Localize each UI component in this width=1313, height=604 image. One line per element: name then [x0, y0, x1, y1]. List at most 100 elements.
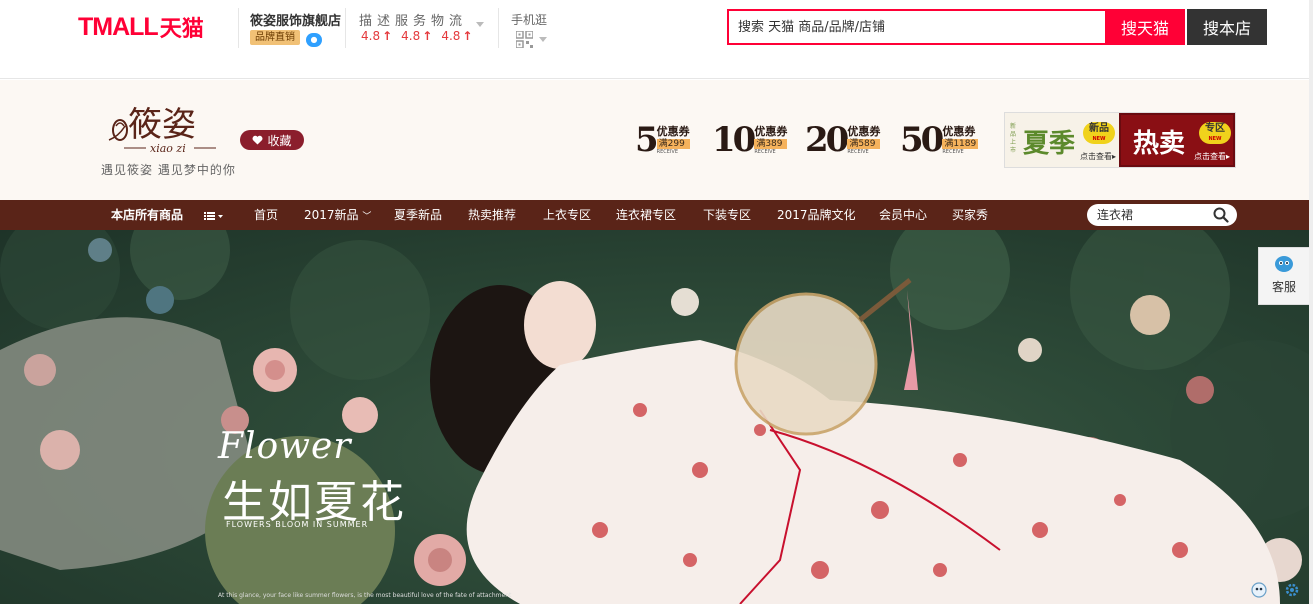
nav-home[interactable]: 首页 [254, 200, 278, 230]
page-scrollbar[interactable] [1309, 0, 1313, 604]
promo-banner: 新品上市 夏季 新品 NEW 点击查看▸ 热卖 专区 NEW 点击查看▸ [1004, 112, 1236, 168]
coupon-amount: 50 [900, 120, 944, 160]
rating-label: 描述服务物流 [359, 14, 468, 29]
coupon-condition: 满1189 [942, 138, 979, 149]
coupon-condition: 满299 [656, 138, 690, 149]
mobile-browse-label[interactable]: 手机逛 [511, 11, 547, 28]
search-input[interactable] [729, 11, 1105, 43]
tmall-shop-page: TMALL 天猫 筱姿服饰旗舰店 品牌直销 ● 描述服务物流 4.8 ↑ 4.8 ↑… [0, 0, 1313, 604]
favorite-shop-button[interactable]: 收藏 [240, 130, 304, 150]
divider [238, 8, 239, 48]
promo-side-text: 新品上市 [1010, 123, 1017, 154]
coupon-label: 优惠券 [942, 124, 976, 138]
chevron-down-icon[interactable] [476, 22, 484, 27]
coupon-10[interactable]: 10 优惠券 满389 RECEIVE [712, 120, 788, 160]
rating-value: 4.8 [441, 29, 461, 43]
nav-all-products[interactable]: 本店所有商品 [111, 200, 183, 230]
promo-hot-sale[interactable]: 热卖 专区 NEW 点击查看▸ [1119, 113, 1235, 167]
tmall-logo-latin: TMALL [78, 12, 159, 41]
rating-logistics: 4.8 ↑ [441, 29, 472, 43]
gear-icon[interactable] [1284, 582, 1300, 598]
customer-service-label: 客服 [1271, 280, 1296, 294]
nav-brand-culture[interactable]: 2017品牌文化 [777, 200, 856, 230]
nav-2017-new[interactable]: 2017新品 ﹀ [304, 200, 371, 230]
hero-banner-image [0, 230, 1313, 604]
banner-caption: At this glance, your face like summer fl… [218, 592, 512, 599]
promo-tag-label: 专区 [1205, 123, 1225, 134]
promo-tag: 专区 NEW [1199, 122, 1231, 144]
heart-icon [253, 135, 263, 145]
coupon-5[interactable]: 5 优惠券 满299 RECEIVE [635, 120, 690, 160]
divider [498, 8, 499, 48]
promo-tag-en: NEW [1208, 136, 1222, 142]
nav-hot-recommend[interactable]: 热卖推荐 [468, 200, 516, 230]
brand-direct-badge: 品牌直销 [250, 30, 300, 45]
list-menu-icon [204, 211, 223, 220]
coupon-20[interactable]: 20 优惠券 满589 RECEIVE [805, 120, 881, 160]
promo-tag-label: 新品 [1089, 123, 1109, 134]
coupon-amount: 5 [635, 120, 659, 160]
hero-banner[interactable]: Flower 生如夏花 FLOWERS BLOOM IN SUMMER At t… [0, 230, 1313, 604]
promo-link: 点击查看▸ [1194, 152, 1231, 161]
tmall-logo-cn: 天猫 [159, 16, 204, 41]
coupon-receive: RECEIVE [847, 148, 869, 155]
coupon-label: 优惠券 [754, 124, 788, 138]
nav-dresses[interactable]: 连衣裙专区 [616, 200, 676, 230]
qr-code-icon[interactable] [516, 31, 533, 48]
nav-category-menu[interactable] [204, 200, 224, 230]
shop-search-input[interactable] [1097, 208, 1217, 222]
coupon-amount: 10 [712, 120, 756, 160]
promo-summer-new[interactable]: 新品上市 夏季 新品 NEW 点击查看▸ [1005, 113, 1119, 167]
coupon-receive: RECEIVE [656, 148, 679, 155]
promo-title: 热卖 [1133, 129, 1186, 159]
nav-summer-new[interactable]: 夏季新品 [394, 200, 442, 230]
promo-tag: 新品 NEW [1083, 122, 1115, 144]
tmall-logo[interactable]: TMALL 天猫 [78, 12, 204, 42]
promo-link: 点击查看▸ [1080, 152, 1117, 161]
banner-subtitle: FLOWERS BLOOM IN SUMMER [226, 520, 369, 529]
promo-title: 夏季 [1023, 129, 1076, 159]
divider [345, 8, 346, 48]
coupon-condition: 满589 [847, 138, 881, 149]
up-arrow-icon: ↑ [462, 29, 473, 43]
coupon-condition: 满389 [754, 138, 788, 149]
search-icon[interactable] [1213, 207, 1229, 223]
shop-nav-bar: 本店所有商品 首页 2017新品 ﹀ 夏季新品 热卖推荐 上衣专区 连衣裙专区 … [0, 200, 1313, 230]
rating-value: 4.8 [401, 29, 421, 43]
brand-name: 筱姿 [128, 105, 196, 145]
shop-name-link[interactable]: 筱姿服饰旗舰店 [250, 10, 341, 29]
tmall-search-box[interactable] [727, 9, 1107, 45]
nav-buyer-show[interactable]: 买家秀 [952, 200, 988, 230]
coupon-50[interactable]: 50 优惠券 满1189 RECEIVE [900, 120, 979, 160]
coupon-label: 优惠券 [656, 124, 690, 138]
nav-member-center[interactable]: 会员中心 [879, 200, 927, 230]
chat-bubble-icon [1275, 256, 1293, 272]
favorite-label: 收藏 [267, 133, 292, 148]
nav-label: 2017新品 [304, 208, 359, 222]
brand-pinyin: xiao zi [150, 142, 186, 155]
nav-bottoms[interactable]: 下装专区 [703, 200, 751, 230]
customer-service-button[interactable]: 客服 [1258, 247, 1310, 305]
banner-script-title: Flower [218, 426, 352, 467]
search-shop-button[interactable]: 搜本店 [1187, 9, 1267, 45]
brand-logo[interactable]: 筱姿 xiao zi [106, 100, 221, 160]
rating-values[interactable]: 4.8 ↑ 4.8 ↑ 4.8 ↑ [361, 29, 472, 43]
shop-search-box[interactable] [1087, 204, 1237, 226]
rating-service: 4.8 ↑ [401, 29, 432, 43]
chevron-down-icon[interactable] [539, 37, 547, 42]
up-arrow-icon: ↑ [422, 29, 433, 43]
wangwang-chat-icon[interactable]: ● [306, 33, 322, 47]
chevron-down-icon: ﹀ [362, 212, 372, 222]
coupon-label: 优惠券 [847, 124, 881, 138]
coupon-receive: RECEIVE [754, 148, 776, 155]
wangwang-float-icon[interactable] [1251, 582, 1267, 598]
rating-description: 4.8 ↑ [361, 29, 392, 43]
up-arrow-icon: ↑ [382, 29, 393, 43]
brand-slogan: 遇见筱姿 遇见梦中的你 [101, 163, 236, 177]
coupon-amount: 20 [805, 120, 849, 160]
promo-tag-en: NEW [1092, 136, 1106, 142]
rating-value: 4.8 [361, 29, 381, 43]
coupon-receive: RECEIVE [942, 148, 964, 155]
search-tmall-button[interactable]: 搜天猫 [1105, 9, 1185, 45]
nav-tops[interactable]: 上衣专区 [543, 200, 591, 230]
